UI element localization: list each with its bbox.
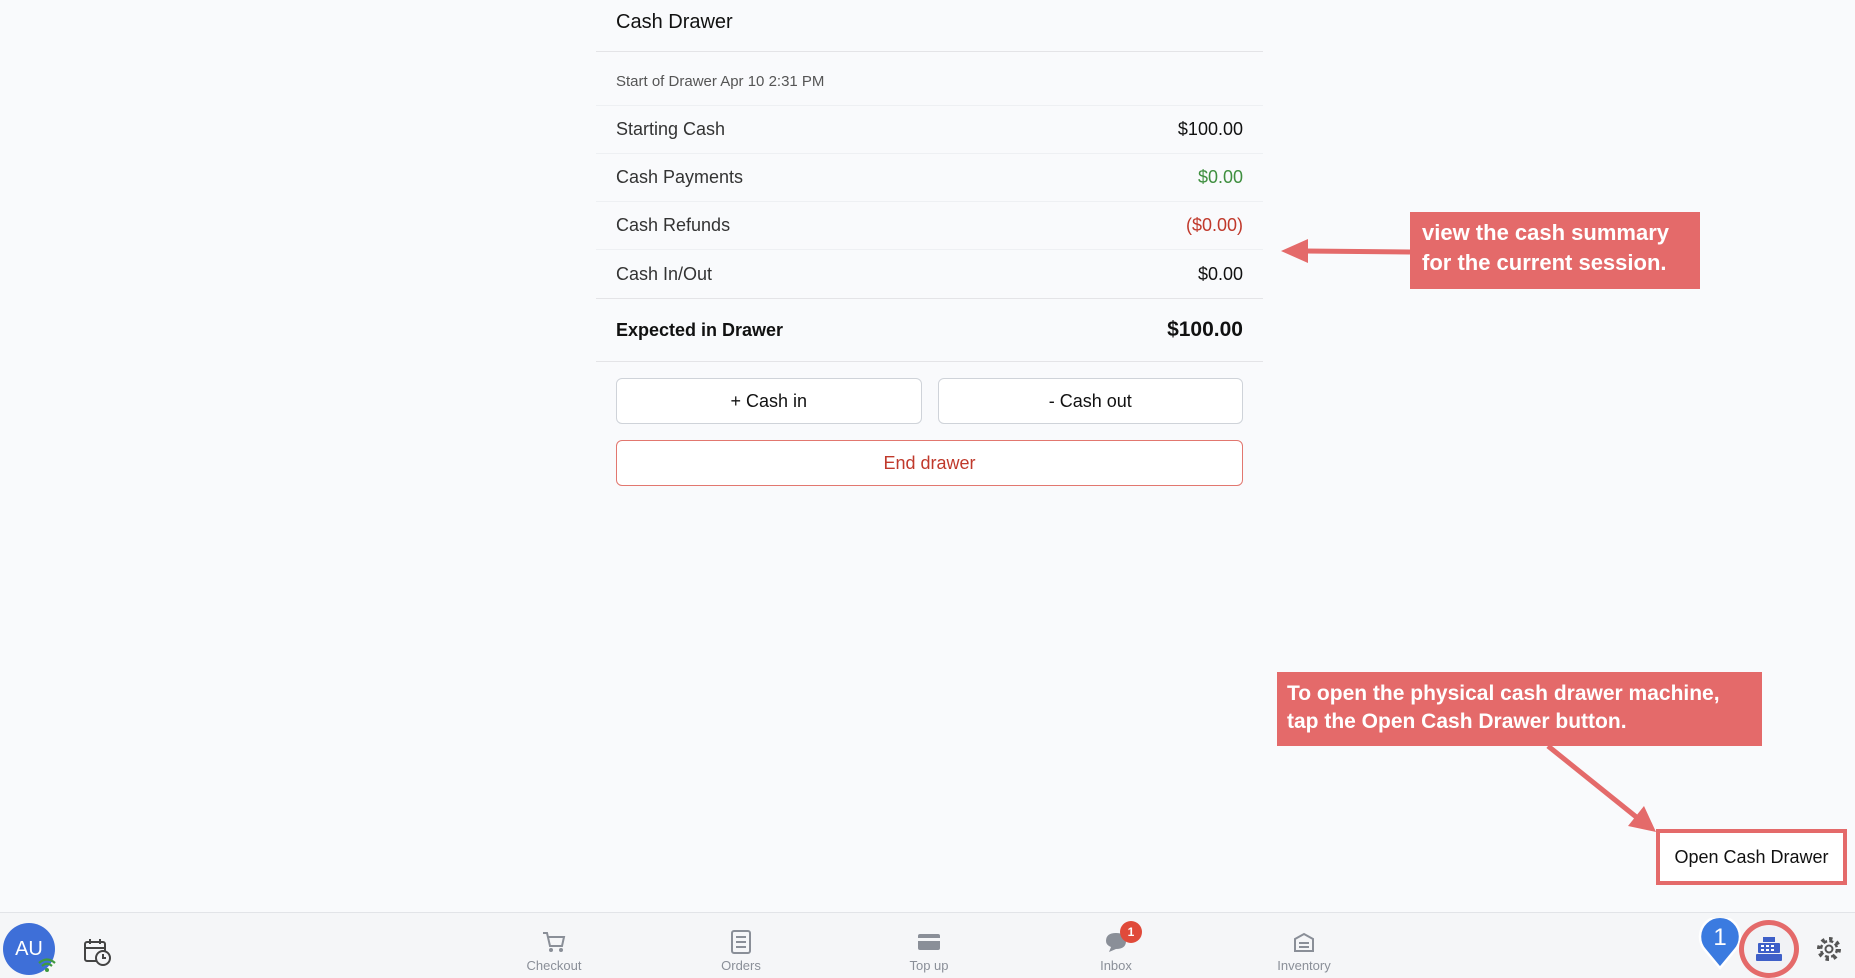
wifi-icon <box>38 958 56 972</box>
end-drawer-button[interactable]: End drawer <box>616 440 1243 486</box>
step-number: 1 <box>1713 924 1727 951</box>
inbox-badge: 1 <box>1120 921 1142 943</box>
nav-orders[interactable]: Orders <box>691 929 791 977</box>
annotation-summary: view the cash summary for the current se… <box>1410 212 1700 289</box>
panel-header: Cash Drawer <box>596 0 1263 52</box>
nav-label: Orders <box>721 958 761 973</box>
cash-drawer-panel: Cash Drawer Start of Drawer Apr 10 2:31 … <box>596 0 1263 486</box>
nav-inbox[interactable]: Inbox 1 <box>1066 921 1166 977</box>
nav-top-up[interactable]: Top up <box>879 929 979 977</box>
row-cash-refunds: Cash Refunds ($0.00) <box>596 202 1263 250</box>
arrow-line-summary <box>1304 248 1411 255</box>
open-cash-drawer-highlight: Open Cash Drawer <box>1656 829 1847 885</box>
annotation-open-drawer: To open the physical cash drawer machine… <box>1277 672 1762 746</box>
step-marker: 1 <box>1697 915 1743 970</box>
row-label: Starting Cash <box>616 119 726 139</box>
page-title: Cash Drawer <box>616 11 733 33</box>
arrow-head-summary <box>1281 239 1308 263</box>
cash-in-button[interactable]: + Cash in <box>616 378 922 424</box>
total-value: $100.00 <box>1167 318 1243 341</box>
bottom-bar: AU Checkout Orders Top up Inbox 1 Invent… <box>0 912 1855 978</box>
row-value: ($0.00) <box>1185 215 1243 235</box>
nav-checkout[interactable]: Checkout <box>504 929 604 977</box>
warehouse-icon <box>1294 932 1314 952</box>
cash-action-buttons: + Cash in - Cash out <box>596 362 1263 424</box>
row-label: Cash Refunds <box>616 215 731 235</box>
nav-label: Inventory <box>1277 958 1331 973</box>
arrow-head-open <box>1628 806 1656 832</box>
row-label: Cash In/Out <box>616 263 713 284</box>
row-value: $100.00 <box>1177 119 1243 139</box>
nav-label: Checkout <box>526 958 582 973</box>
nav-label: Top up <box>909 958 949 973</box>
cart-icon <box>543 932 566 952</box>
card-icon <box>918 934 940 950</box>
calendar-clock-icon[interactable] <box>82 937 112 967</box>
row-label: Cash Payments <box>616 167 744 187</box>
gear-icon[interactable] <box>1815 935 1843 963</box>
nav-inventory[interactable]: Inventory <box>1254 929 1354 977</box>
nav-label: Inbox <box>1100 958 1132 973</box>
page: Cash Drawer Start of Drawer Apr 10 2:31 … <box>0 0 1855 978</box>
cash-drawer-icon-button[interactable] <box>1739 920 1799 978</box>
row-value: $0.00 <box>1197 167 1243 187</box>
row-expected-total: Expected in Drawer $100.00 <box>596 298 1263 362</box>
row-starting-cash: Starting Cash $100.00 <box>596 106 1263 154</box>
cash-register-icon <box>1756 937 1782 961</box>
cash-out-button[interactable]: - Cash out <box>937 378 1243 424</box>
session-start: Start of Drawer Apr 10 2:31 PM <box>596 52 1263 106</box>
orders-icon <box>731 930 751 954</box>
row-cash-payments: Cash Payments $0.00 <box>596 154 1263 202</box>
row-value: $0.00 <box>1197 263 1243 284</box>
arrow-line-open <box>1546 744 1642 822</box>
open-cash-drawer-button[interactable]: Open Cash Drawer <box>1674 847 1828 868</box>
total-label: Expected in Drawer <box>616 319 784 340</box>
row-cash-in-out: Cash In/Out $0.00 <box>596 250 1263 298</box>
